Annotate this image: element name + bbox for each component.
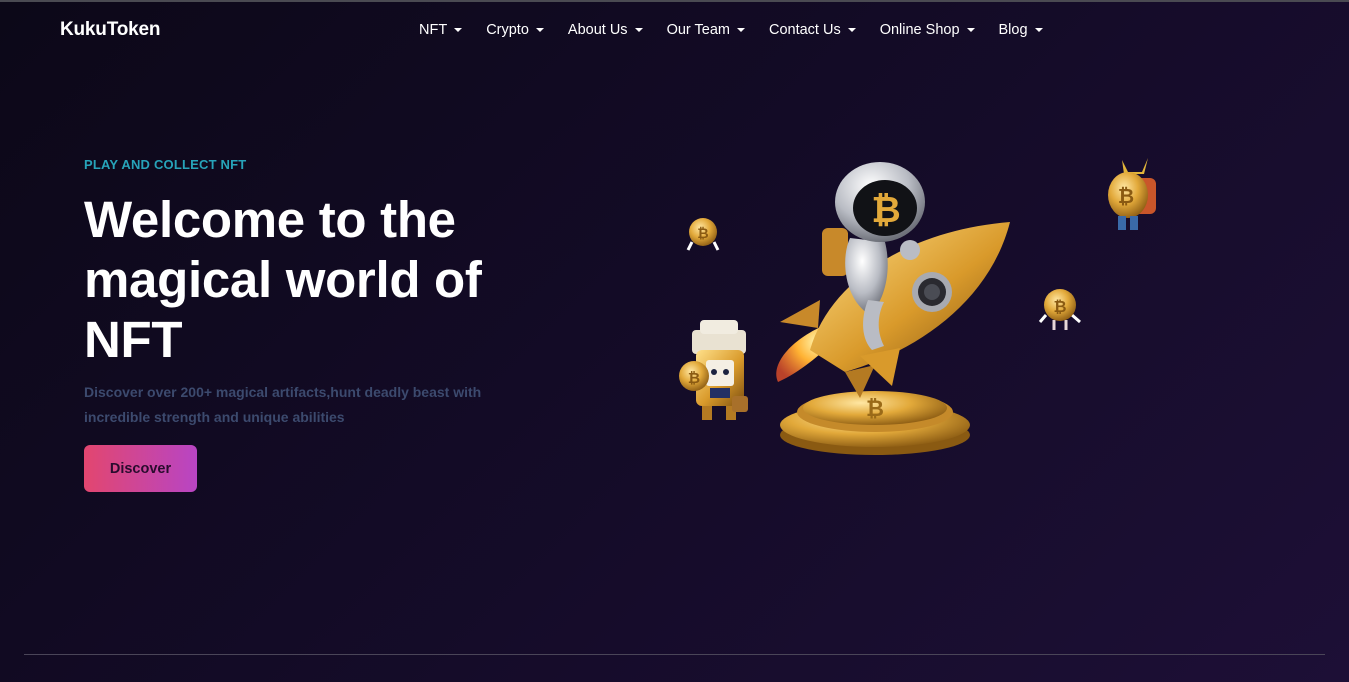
brand-logo[interactable]: KukuToken	[60, 19, 160, 41]
nav-label: Online Shop	[879, 22, 960, 38]
bitcoin-icon: ₿	[1118, 184, 1134, 208]
nav-label: About Us	[567, 22, 628, 38]
nav-label: Our Team	[666, 22, 730, 38]
rocket	[780, 222, 1010, 398]
robot-character: ₿	[679, 320, 748, 420]
nav-crypto[interactable]: Crypto	[486, 22, 544, 38]
bitcoin-icon: ₿	[1053, 297, 1066, 316]
caret-down-icon	[454, 28, 463, 32]
nav-label: NFT	[419, 22, 448, 38]
section-divider	[24, 654, 1325, 655]
caret-down-icon	[1034, 28, 1043, 32]
nav-about-us[interactable]: About Us	[568, 22, 643, 38]
hero-title-line: magical world of	[84, 251, 482, 308]
caret-down-icon	[634, 28, 643, 32]
bitcoin-icon: ₿	[866, 397, 884, 422]
hero-kicker: PLAY AND COLLECT NFT	[84, 157, 247, 172]
discover-button[interactable]: Discover	[84, 445, 197, 492]
hero-title-line: Welcome to the	[84, 191, 456, 248]
coin-character-backpack: ₿	[1108, 158, 1156, 230]
caret-down-icon	[847, 28, 856, 32]
bitcoin-icon: ₿	[688, 369, 700, 387]
nav-label: Crypto	[486, 22, 529, 38]
nav-label: Contact Us	[768, 22, 841, 38]
nav-nft[interactable]: NFT	[419, 22, 463, 38]
nav-blog[interactable]: Blog	[999, 22, 1043, 38]
hero-title-line: NFT	[84, 311, 183, 368]
navbar: KukuToken NFT Crypto About Us Our Team C…	[0, 2, 1349, 58]
nav-contact-us[interactable]: Contact Us	[769, 22, 856, 38]
nav-online-shop[interactable]: Online Shop	[880, 22, 975, 38]
caret-down-icon	[535, 28, 544, 32]
bitcoin-icon: ₿	[871, 190, 900, 231]
coin-character-left: ₿	[686, 218, 720, 251]
bitcoin-icon: ₿	[697, 226, 708, 242]
hero-description: Discover over 200+ magical artifacts,hun…	[84, 384, 482, 425]
hero-title: Welcome to the magical world of NFT	[84, 190, 544, 370]
hero-illustration: ₿ ₿ ₿ ₿ ₿ ₿	[679, 158, 1156, 455]
pedestal-coin: ₿	[780, 391, 970, 455]
nav-menu: NFT Crypto About Us Our Team Contact Us …	[419, 22, 1067, 38]
caret-down-icon	[966, 28, 975, 32]
nav-label: Blog	[998, 22, 1028, 38]
caret-down-icon	[736, 28, 745, 32]
coin-character-right: ₿	[1038, 289, 1081, 330]
nav-our-team[interactable]: Our Team	[667, 22, 745, 38]
